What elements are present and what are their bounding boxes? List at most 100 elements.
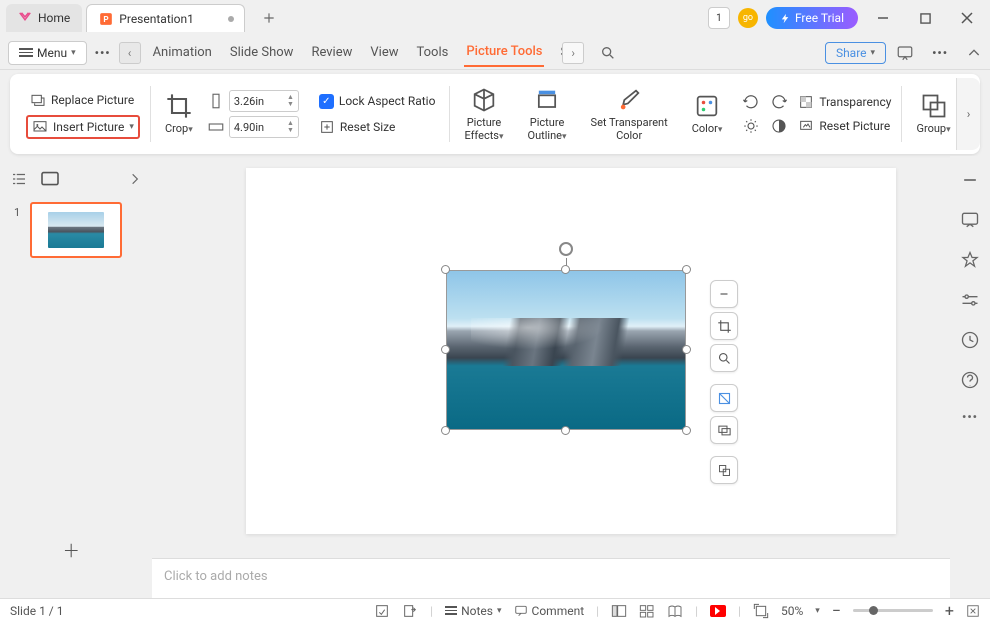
sp-chat-icon[interactable]	[960, 210, 980, 230]
st-spell-icon[interactable]	[374, 603, 390, 619]
comment-icon	[514, 604, 528, 618]
lightning-icon	[780, 13, 791, 24]
float-more-button[interactable]	[710, 456, 738, 484]
zoom-out-button[interactable]: −	[832, 601, 841, 620]
crop-icon	[165, 92, 193, 120]
selected-picture[interactable]	[446, 270, 686, 430]
tab-picture-tools[interactable]: Picture Tools	[464, 38, 544, 67]
slide-counter: Slide 1 / 1	[10, 604, 63, 618]
slide-canvas[interactable]	[246, 168, 896, 534]
chevron-right-icon[interactable]	[128, 172, 142, 186]
rotate-right-icon[interactable]	[770, 93, 788, 111]
float-transparency-button[interactable]	[710, 384, 738, 412]
home-tab[interactable]: Home	[6, 4, 82, 32]
tabs-scroll-right[interactable]: ›	[562, 42, 584, 64]
insert-picture-button[interactable]: Insert Picture ▾	[26, 115, 140, 139]
close-button[interactable]	[950, 4, 984, 32]
sp-star-icon[interactable]	[960, 250, 980, 270]
picture-outline-button[interactable]: Picture Outline▾	[518, 86, 577, 143]
titlebar: Home P Presentation1 1 go Free Trial	[0, 0, 990, 36]
minimize-button[interactable]	[866, 4, 900, 32]
st-export-icon[interactable]	[402, 603, 418, 619]
reading-view-icon[interactable]	[667, 604, 683, 618]
height-input[interactable]: 3.26in▲▼	[229, 90, 299, 112]
resize-handle-se[interactable]	[682, 426, 691, 435]
color-button[interactable]: Color▾	[682, 92, 733, 136]
menu-button[interactable]: Menu ▾	[8, 41, 87, 65]
transparency-button[interactable]: Transparency	[798, 94, 891, 110]
tab-modified-icon[interactable]	[226, 14, 236, 24]
status-bar: Slide 1 / 1 | Notes▾ Comment | | | 50%▾ …	[0, 598, 990, 622]
tab-animation[interactable]: Animation	[151, 39, 214, 66]
resize-handle-s[interactable]	[561, 426, 570, 435]
reset-picture-button[interactable]: Reset Picture	[798, 118, 890, 134]
resize-handle-w[interactable]	[441, 345, 450, 354]
float-collapse-button[interactable]	[710, 280, 738, 308]
crop-button[interactable]: Crop▾	[155, 92, 203, 136]
sp-history-icon[interactable]	[960, 330, 980, 350]
sp-help-icon[interactable]	[960, 370, 980, 390]
brightness-icon[interactable]	[742, 117, 760, 135]
reset-size-button[interactable]: Reset Size	[315, 116, 440, 138]
picture-effects-button[interactable]: Picture Effects▾	[454, 86, 513, 143]
width-input[interactable]: 4.90in▲▼	[229, 116, 299, 138]
doc-tab[interactable]: P Presentation1	[86, 4, 245, 32]
contrast-icon[interactable]	[770, 117, 788, 135]
float-replace-button[interactable]	[710, 416, 738, 444]
zoom-value[interactable]: 50%	[781, 604, 803, 618]
hamburger-icon	[19, 48, 33, 57]
more-options[interactable]: •••	[932, 46, 948, 60]
fit-to-window-icon[interactable]	[966, 604, 980, 618]
zoom-slider[interactable]	[853, 609, 933, 612]
group-button[interactable]: Group▾	[906, 92, 960, 136]
search-icon[interactable]	[600, 45, 616, 61]
comment-toggle[interactable]: Comment	[514, 604, 585, 618]
more-menu[interactable]: •••	[95, 46, 111, 60]
user-avatar[interactable]: go	[738, 8, 758, 28]
side-panel: •••	[950, 156, 990, 598]
tab-tools[interactable]: Tools	[415, 39, 451, 66]
notes-toggle[interactable]: Notes▾	[445, 604, 501, 618]
replace-picture-button[interactable]: Replace Picture	[26, 89, 140, 111]
share-button[interactable]: Share ▾	[825, 42, 886, 64]
slide-thumbnail-1[interactable]: 1	[30, 202, 122, 258]
rotate-handle[interactable]	[559, 242, 573, 256]
picture-content	[446, 270, 686, 430]
add-slide-button[interactable]: +	[64, 536, 79, 566]
sp-settings-icon[interactable]	[960, 290, 980, 310]
zoom-in-button[interactable]: +	[945, 601, 954, 620]
resize-handle-ne[interactable]	[682, 265, 691, 274]
tab-view[interactable]: View	[368, 39, 400, 66]
collapse-ribbon-icon[interactable]	[966, 45, 982, 61]
free-trial-button[interactable]: Free Trial	[766, 7, 858, 29]
resize-handle-nw[interactable]	[441, 265, 450, 274]
resize-handle-sw[interactable]	[441, 426, 450, 435]
height-icon	[207, 92, 225, 110]
chat-icon[interactable]	[896, 44, 914, 62]
set-transparent-color-button[interactable]: Set Transparent Color	[581, 86, 678, 142]
sp-minus-icon[interactable]	[960, 170, 980, 190]
sp-more-icon[interactable]: •••	[962, 410, 978, 424]
new-tab-button[interactable]	[257, 6, 281, 30]
lock-aspect-checkbox[interactable]: ✓ Lock Aspect Ratio	[315, 91, 440, 112]
menu-tabs: Animation Slide Show Review View Tools P…	[151, 38, 571, 67]
slide-view-icon[interactable]	[40, 171, 60, 187]
fit-icon[interactable]	[753, 603, 769, 619]
window-counter[interactable]: 1	[708, 7, 730, 29]
maximize-button[interactable]	[908, 4, 942, 32]
normal-view-icon[interactable]	[611, 604, 627, 618]
float-crop-button[interactable]	[710, 312, 738, 340]
tab-slideshow[interactable]: Slide Show	[228, 39, 296, 66]
notes-panel[interactable]: Click to add notes	[152, 558, 950, 598]
tab-review[interactable]: Review	[309, 39, 354, 66]
ribbon-overflow-button[interactable]: ›	[956, 78, 980, 150]
menubar: Menu ▾ ••• ‹ Animation Slide Show Review…	[0, 36, 990, 70]
outline-view-icon[interactable]	[10, 170, 28, 188]
resize-handle-n[interactable]	[561, 265, 570, 274]
sorter-view-icon[interactable]	[639, 604, 655, 618]
tabs-scroll-left[interactable]: ‹	[119, 42, 141, 64]
float-zoom-button[interactable]	[710, 344, 738, 372]
rotate-left-icon[interactable]	[742, 93, 760, 111]
resize-handle-e[interactable]	[682, 345, 691, 354]
play-slideshow-button[interactable]	[710, 605, 726, 617]
